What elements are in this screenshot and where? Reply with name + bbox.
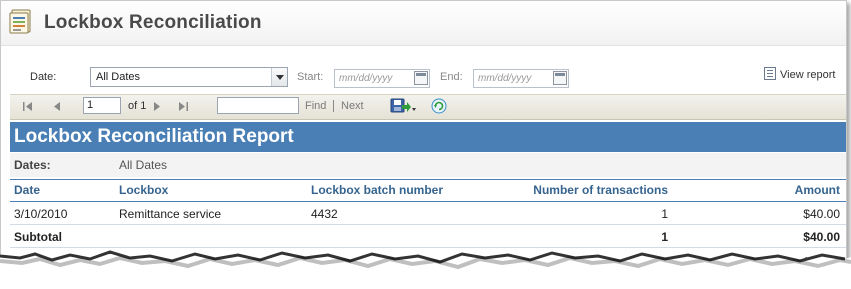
cell-transactions: 1 — [661, 207, 668, 221]
chevron-down-icon[interactable] — [271, 68, 287, 86]
find-link[interactable]: Find — [305, 100, 326, 112]
subtotal-amount: $40.00 — [803, 230, 840, 244]
date-select[interactable]: All Dates — [90, 67, 288, 87]
next-page-icon[interactable] — [151, 101, 163, 112]
page-count: of 1 — [128, 100, 147, 112]
column-header-date: Date — [14, 183, 41, 197]
end-date-placeholder: mm/dd/yyyy — [478, 73, 532, 84]
find-input[interactable] — [217, 97, 299, 114]
date-select-value: All Dates — [96, 71, 141, 83]
report-icon — [9, 9, 31, 34]
column-header-amount: Amount — [794, 183, 840, 197]
page-title: Lockbox Reconciliation — [44, 12, 262, 33]
table-row: 3/10/2010 Remittance service 4432 1 $40.… — [10, 202, 846, 225]
dates-label: Dates: — [14, 158, 51, 172]
cell-amount: $40.00 — [803, 207, 840, 221]
previous-page-icon[interactable] — [51, 101, 63, 112]
report-title: Lockbox Reconciliation Report — [14, 126, 294, 147]
report-title-bar: Lockbox Reconciliation Report — [10, 122, 846, 152]
subtotal-row: Subtotal 1 $40.00 — [10, 225, 846, 248]
page-number-input[interactable]: 1 — [83, 97, 121, 114]
export-icon[interactable] — [390, 97, 416, 115]
column-header-transactions: Number of transactions — [533, 183, 668, 197]
refresh-icon[interactable] — [431, 98, 447, 114]
cell-date: 3/10/2010 — [14, 207, 68, 221]
view-report-icon[interactable] — [764, 67, 776, 80]
start-date-placeholder: mm/dd/yyyy — [339, 73, 393, 84]
dates-parameter-row: Dates: All Dates — [10, 153, 846, 177]
cell-batch-number: 4432 — [311, 207, 338, 221]
page-header: Lockbox Reconciliation — [1, 1, 846, 46]
calendar-icon[interactable] — [414, 71, 428, 85]
torn-edge — [0, 250, 851, 289]
window: Lockbox Reconciliation Date: All Dates S… — [0, 0, 847, 285]
end-label: End: — [440, 71, 463, 83]
calendar-icon[interactable] — [553, 71, 567, 85]
start-label: Start: — [297, 71, 324, 83]
subtotal-label: Subtotal — [14, 230, 62, 244]
cell-lockbox: Remittance service — [119, 207, 222, 221]
column-header-batch-number: Lockbox batch number — [311, 183, 444, 197]
toolbar-separator — [333, 100, 334, 112]
next-link[interactable]: Next — [341, 100, 364, 112]
date-label: Date: — [30, 71, 57, 83]
first-page-icon[interactable] — [22, 101, 34, 112]
view-report-link[interactable]: View report — [780, 69, 835, 81]
subtotal-transactions: 1 — [661, 230, 668, 244]
last-page-icon[interactable] — [177, 101, 189, 112]
dates-value: All Dates — [119, 158, 168, 172]
end-date-field[interactable]: mm/dd/yyyy — [473, 69, 569, 88]
start-date-field[interactable]: mm/dd/yyyy — [334, 69, 430, 88]
report-toolbar: 1 of 1 Find Next — [10, 94, 846, 120]
column-header-lockbox: Lockbox — [119, 183, 169, 197]
table-header: Date Lockbox Lockbox batch number Number… — [10, 179, 846, 202]
